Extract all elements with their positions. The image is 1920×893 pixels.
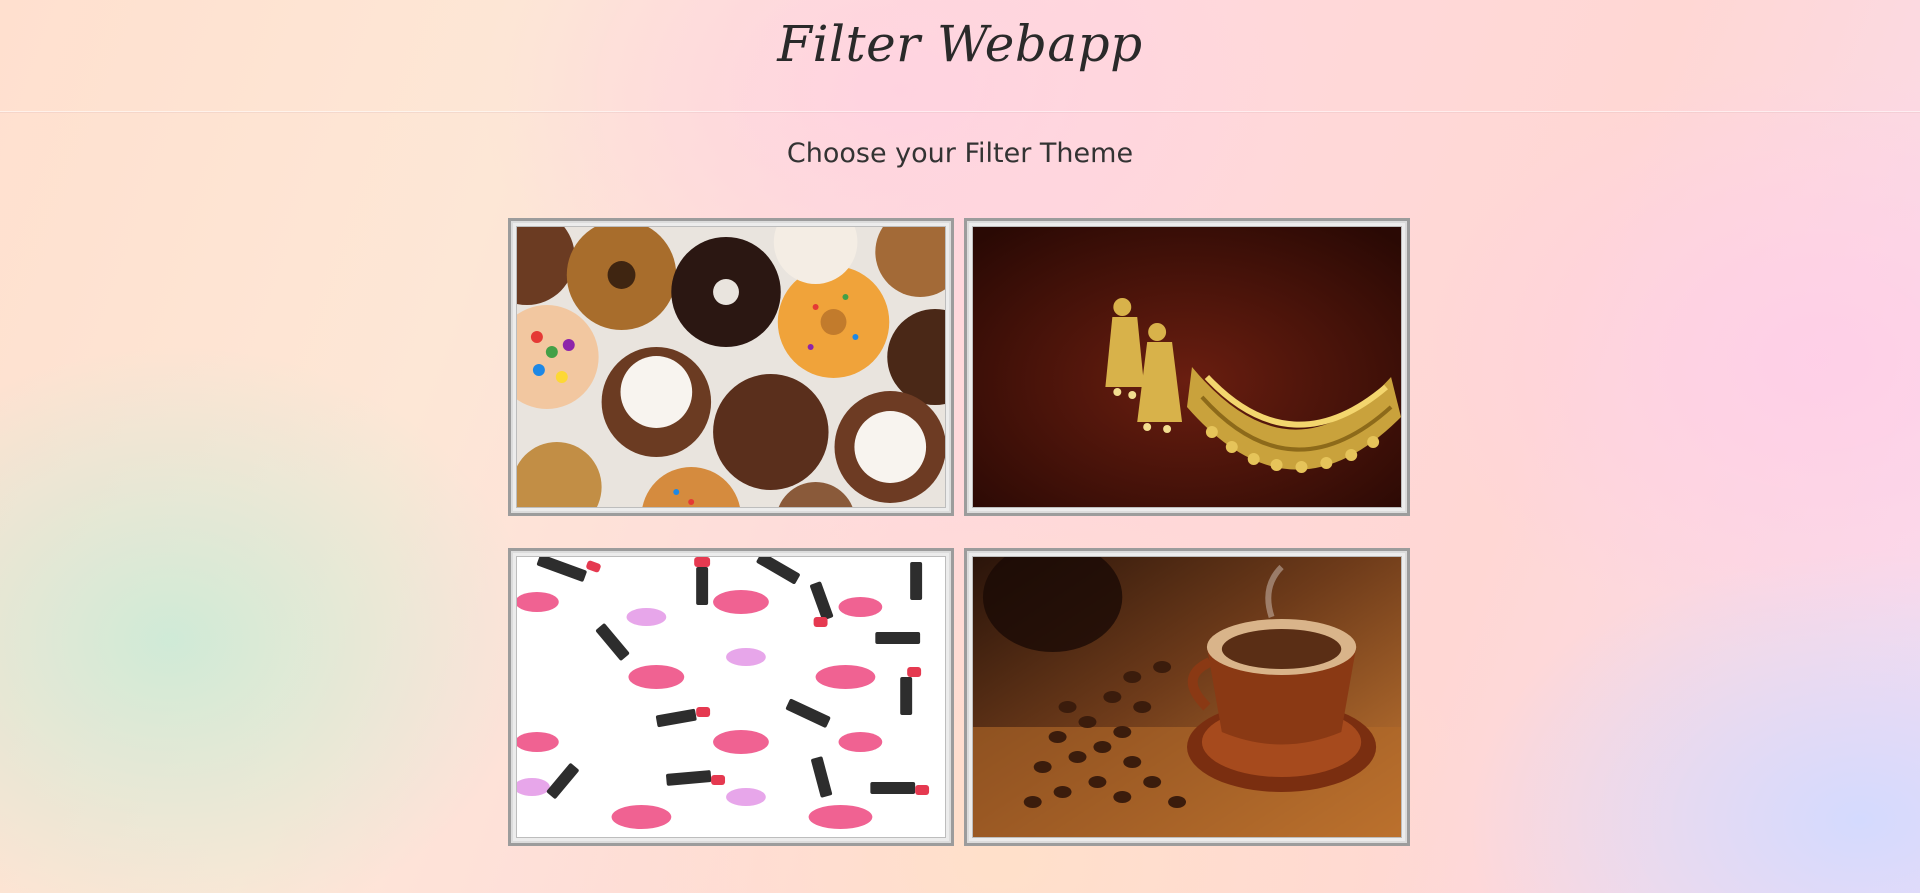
- app-header: Filter Webapp: [0, 0, 1920, 112]
- theme-card-jewellery[interactable]: [964, 218, 1410, 516]
- theme-card-lipstick[interactable]: [508, 548, 954, 846]
- theme-card-donuts[interactable]: [508, 218, 954, 516]
- lipstick-image: [516, 556, 946, 838]
- theme-grid: [508, 218, 1412, 846]
- theme-card-coffee[interactable]: [964, 548, 1410, 846]
- donuts-image: [516, 226, 946, 508]
- jewellery-image: [972, 226, 1402, 508]
- app-title: Filter Webapp: [777, 15, 1143, 73]
- theme-heading: Choose your Filter Theme: [786, 138, 1134, 169]
- coffee-image: [972, 556, 1402, 838]
